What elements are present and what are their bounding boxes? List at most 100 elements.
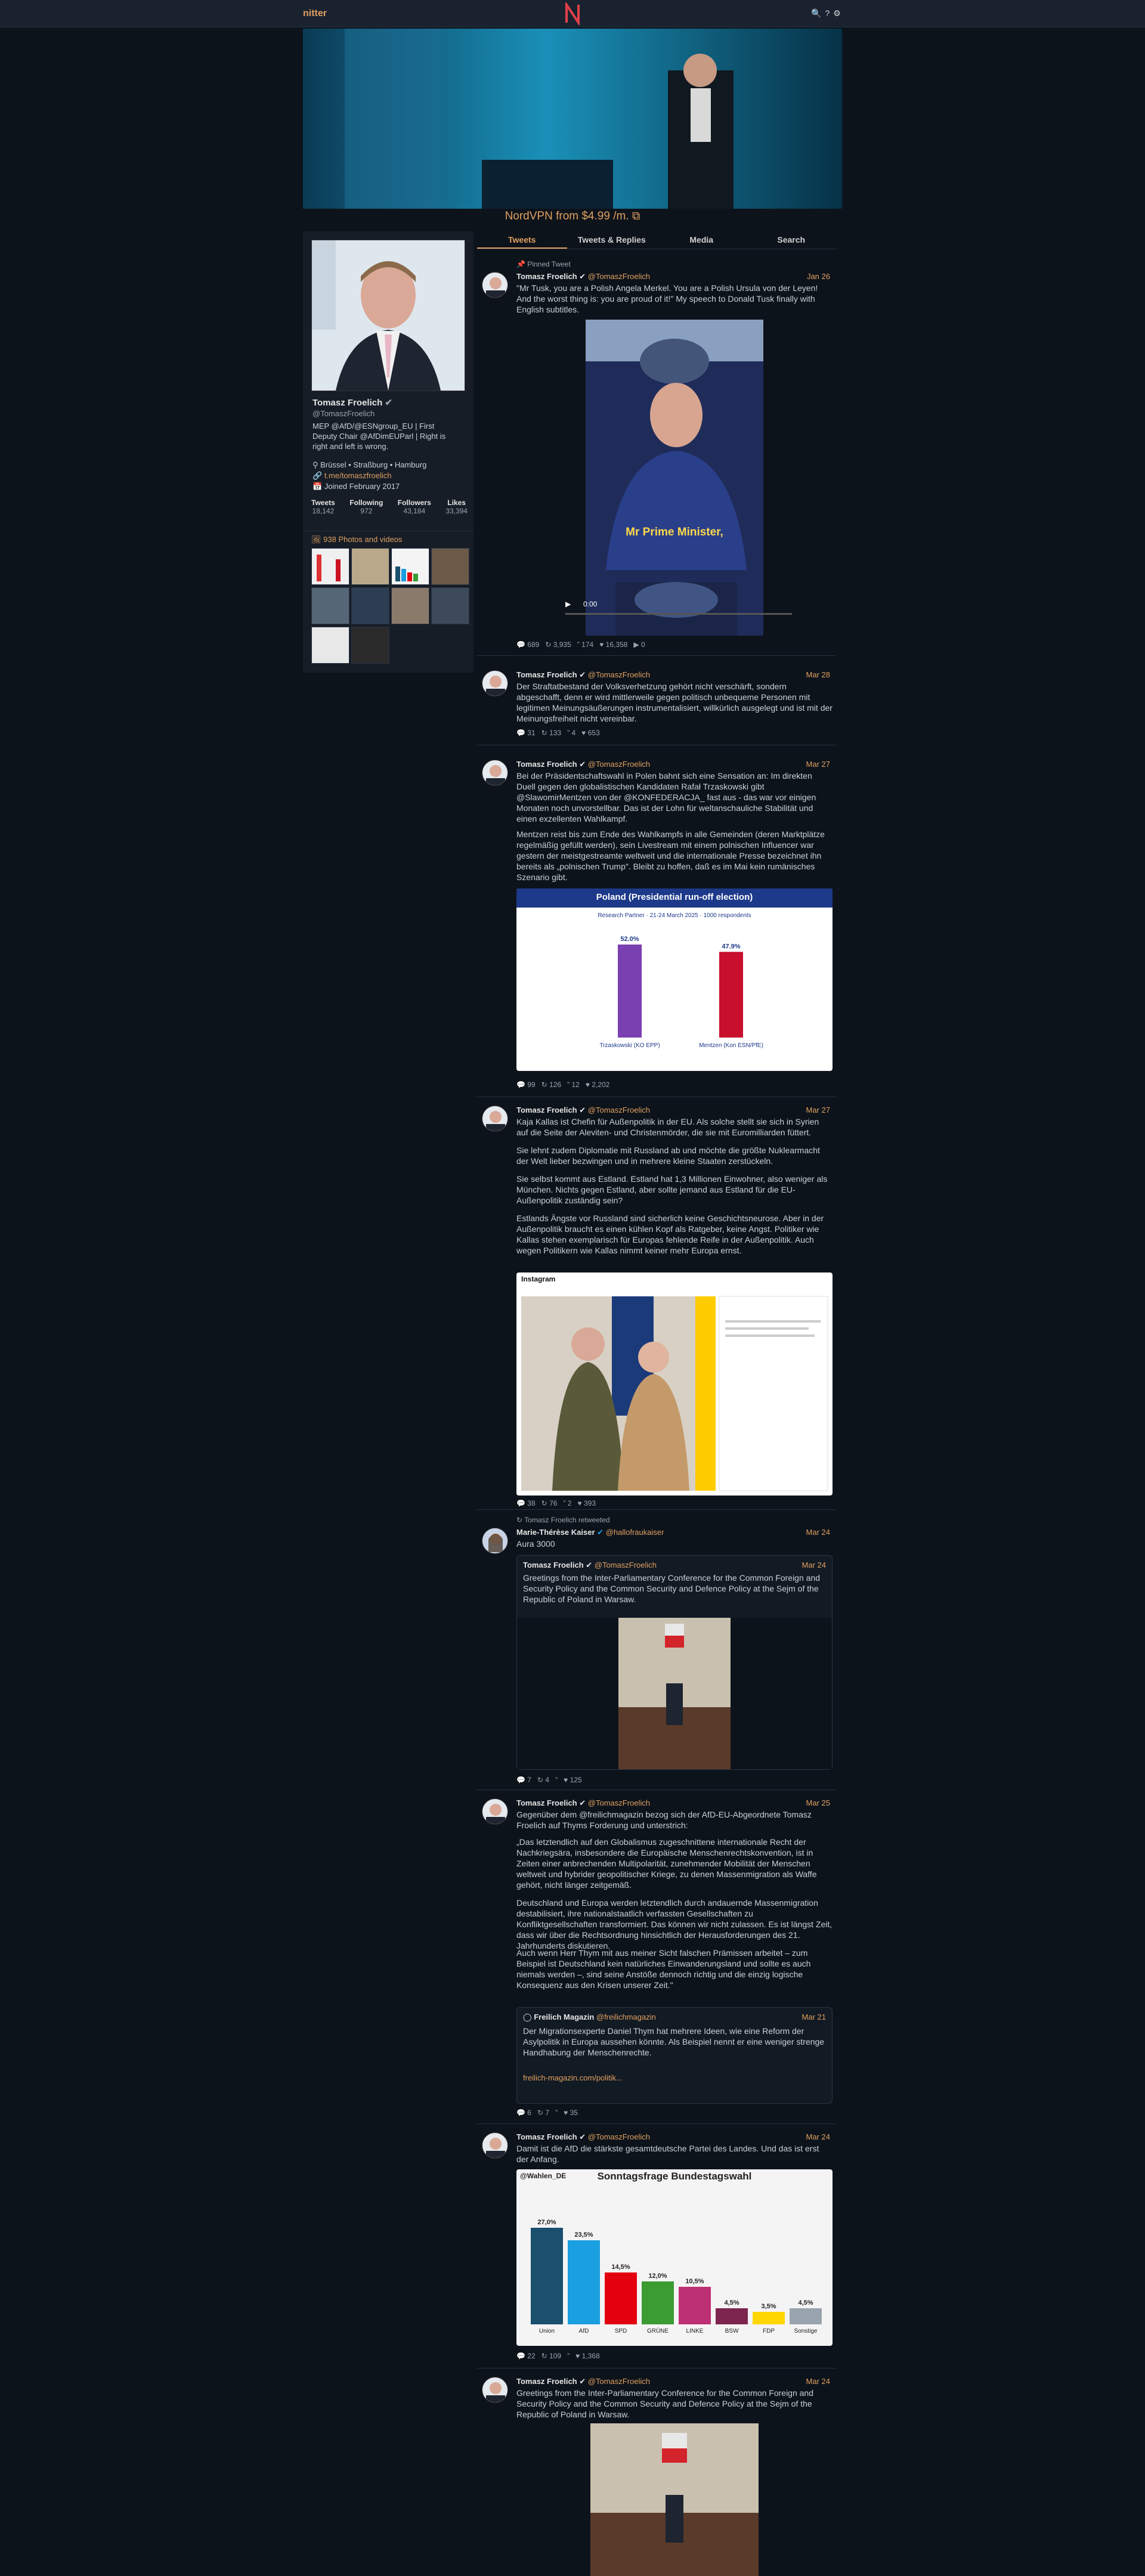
like-icon[interactable]: ♥ [564,1776,568,1784]
reply-icon[interactable]: 💬 [516,1499,525,1507]
quoted-tweet[interactable]: ◯ Freilich Magazin @freilichmagazin Mar … [516,2007,833,2104]
quote-icon[interactable]: ” [567,729,570,737]
author-name[interactable]: Tomasz Froelich [516,2377,577,2386]
profile-website[interactable]: 🔗 t.me/tomaszfroelich [312,471,392,481]
tab-tweets-replies[interactable]: Tweets & Replies [567,231,657,249]
tweet-date[interactable]: Mar 24 [806,1528,830,1537]
gallery-thumb[interactable] [311,627,349,664]
tab-search[interactable]: Search [747,231,837,249]
quote-date[interactable]: Mar 24 [802,1561,826,1569]
author-handle[interactable]: @TomaszFroelich [588,760,650,769]
reply-icon[interactable]: 💬 [516,2352,525,2360]
quote-icon[interactable]: ” [577,640,580,649]
promo-link[interactable]: NordVPN from $4.99 /m. ⧉ [303,210,842,223]
quote-icon[interactable]: ” [567,1080,570,1089]
reply-icon[interactable]: 💬 [516,2109,525,2117]
nitter-logo-icon[interactable] [563,2,582,25]
avatar[interactable] [482,272,508,298]
tweet-item[interactable]: Tomasz Froelich ✔ @TomaszFroelich Mar 27… [477,751,836,1097]
avatar[interactable] [482,2132,508,2159]
profile-avatar[interactable] [311,240,465,391]
author-handle[interactable]: @TomaszFroelich [588,272,650,281]
author-name[interactable]: Tomasz Froelich [516,1106,577,1114]
play-icon[interactable]: ▶ [565,600,571,608]
author-name[interactable]: Tomasz Froelich [516,670,577,679]
tweet-date[interactable]: Mar 27 [806,760,830,769]
quote-icon[interactable]: ” [563,1499,565,1507]
tweet-date[interactable]: Mar 24 [806,2132,830,2141]
tweet-date[interactable]: Jan 26 [807,272,830,281]
profile-name[interactable]: Tomasz Froelich ✔ [312,397,392,408]
author-handle[interactable]: @TomaszFroelich [588,1106,650,1114]
poll-chart-image[interactable]: @Wahlen_DE Sonntagsfrage Bundestagswahl … [516,2169,833,2346]
author-handle[interactable]: @hallofraukaiser [606,1528,664,1537]
instagram-embed[interactable]: Instagram [516,1272,833,1496]
tweet-date[interactable]: Mar 25 [806,1798,830,1807]
tweet-photo[interactable] [516,2423,833,2576]
gallery-thumb[interactable] [311,587,349,624]
quote-date[interactable]: Mar 21 [802,2012,826,2021]
stat-tweets[interactable]: Tweets 18,142 [311,499,335,515]
gallery-thumb[interactable] [351,587,389,624]
avatar[interactable] [482,1528,508,1554]
tab-media[interactable]: Media [657,231,747,249]
tweet-date[interactable]: Mar 28 [806,670,830,679]
tab-tweets[interactable]: Tweets [477,231,567,249]
profile-handle[interactable]: @TomaszFroelich [312,409,375,418]
settings-icon[interactable]: ⚙ [833,8,841,18]
avatar[interactable] [482,670,508,696]
retweet-icon[interactable]: ↻ [541,1080,547,1089]
gallery-thumb[interactable] [431,587,469,624]
quote-icon[interactable]: ” [555,2109,558,2117]
tweet-date[interactable]: Mar 27 [806,1106,830,1114]
avatar[interactable] [482,1106,508,1132]
tweet-item[interactable]: Tomasz Froelich ✔ @TomaszFroelich Mar 25… [477,1790,836,2124]
video-progress-bar[interactable] [565,613,792,615]
quoted-tweet[interactable]: Tomasz Froelich ✔ @TomaszFroelich Mar 24… [516,1555,833,1770]
author-handle[interactable]: @TomaszFroelich [588,2132,650,2141]
quote-link[interactable]: freilich-magazin.com/politik... [523,2073,623,2082]
like-icon[interactable]: ♥ [578,1499,582,1507]
views-icon[interactable]: ▶ [633,640,639,649]
gallery-thumb[interactable] [311,548,349,585]
stat-followers[interactable]: Followers 43,184 [398,499,431,515]
help-icon[interactable]: ? [825,8,830,18]
retweet-icon[interactable]: ↻ [537,1776,543,1784]
tweet-video[interactable]: Mr Prime Minister, ▶ 0:00 [516,320,833,636]
reply-icon[interactable]: 💬 [516,729,525,737]
retweet-icon[interactable]: ↻ [541,729,547,737]
tweet-date[interactable]: Mar 24 [806,2377,830,2386]
gallery-thumb[interactable] [351,627,389,664]
author-name[interactable]: Tomasz Froelich [516,2132,577,2141]
retweet-icon[interactable]: ↻ [545,640,551,649]
like-icon[interactable]: ♥ [599,640,604,649]
avatar[interactable] [482,1798,508,1825]
retweet-icon[interactable]: ↻ [541,2352,547,2360]
tweet-item[interactable]: Tomasz Froelich ✔ @TomaszFroelich Mar 24… [477,2368,836,2576]
like-icon[interactable]: ♥ [564,2109,568,2117]
like-icon[interactable]: ♥ [586,1080,590,1089]
gallery-thumb[interactable] [391,587,429,624]
author-handle[interactable]: @TomaszFroelich [588,670,650,679]
stat-following[interactable]: Following 972 [349,499,383,515]
like-icon[interactable]: ♥ [581,729,586,737]
tweet-item[interactable]: ↻ Tomasz Froelich retweeted Marie-Thérès… [477,1510,836,1790]
like-icon[interactable]: ♥ [575,2352,580,2360]
retweet-icon[interactable]: ↻ [537,2109,543,2117]
quote-photo[interactable] [517,1618,832,1769]
avatar[interactable] [482,2377,508,2403]
brand-name[interactable]: nitter [303,8,327,19]
author-name[interactable]: Tomasz Froelich [516,272,577,281]
photo-rail-title[interactable]: 🖼 938 Photos and videos [311,535,402,544]
search-icon[interactable]: 🔍 [811,8,821,18]
tweet-item[interactable]: 📌 Pinned Tweet Tomasz Froelich ✔ @Tomasz… [477,250,836,656]
quote-icon[interactable]: ” [555,1776,558,1784]
stat-likes[interactable]: Likes 33,394 [445,499,468,515]
author-name[interactable]: Marie-Thérèse Kaiser [516,1528,595,1537]
author-handle[interactable]: @TomaszFroelich [588,1798,650,1807]
reply-icon[interactable]: 💬 [516,1776,525,1784]
gallery-thumb[interactable] [351,548,389,585]
poll-image[interactable]: Poland (Presidential run-off election) R… [516,888,833,1071]
author-name[interactable]: Tomasz Froelich [516,760,577,769]
avatar[interactable] [482,760,508,786]
